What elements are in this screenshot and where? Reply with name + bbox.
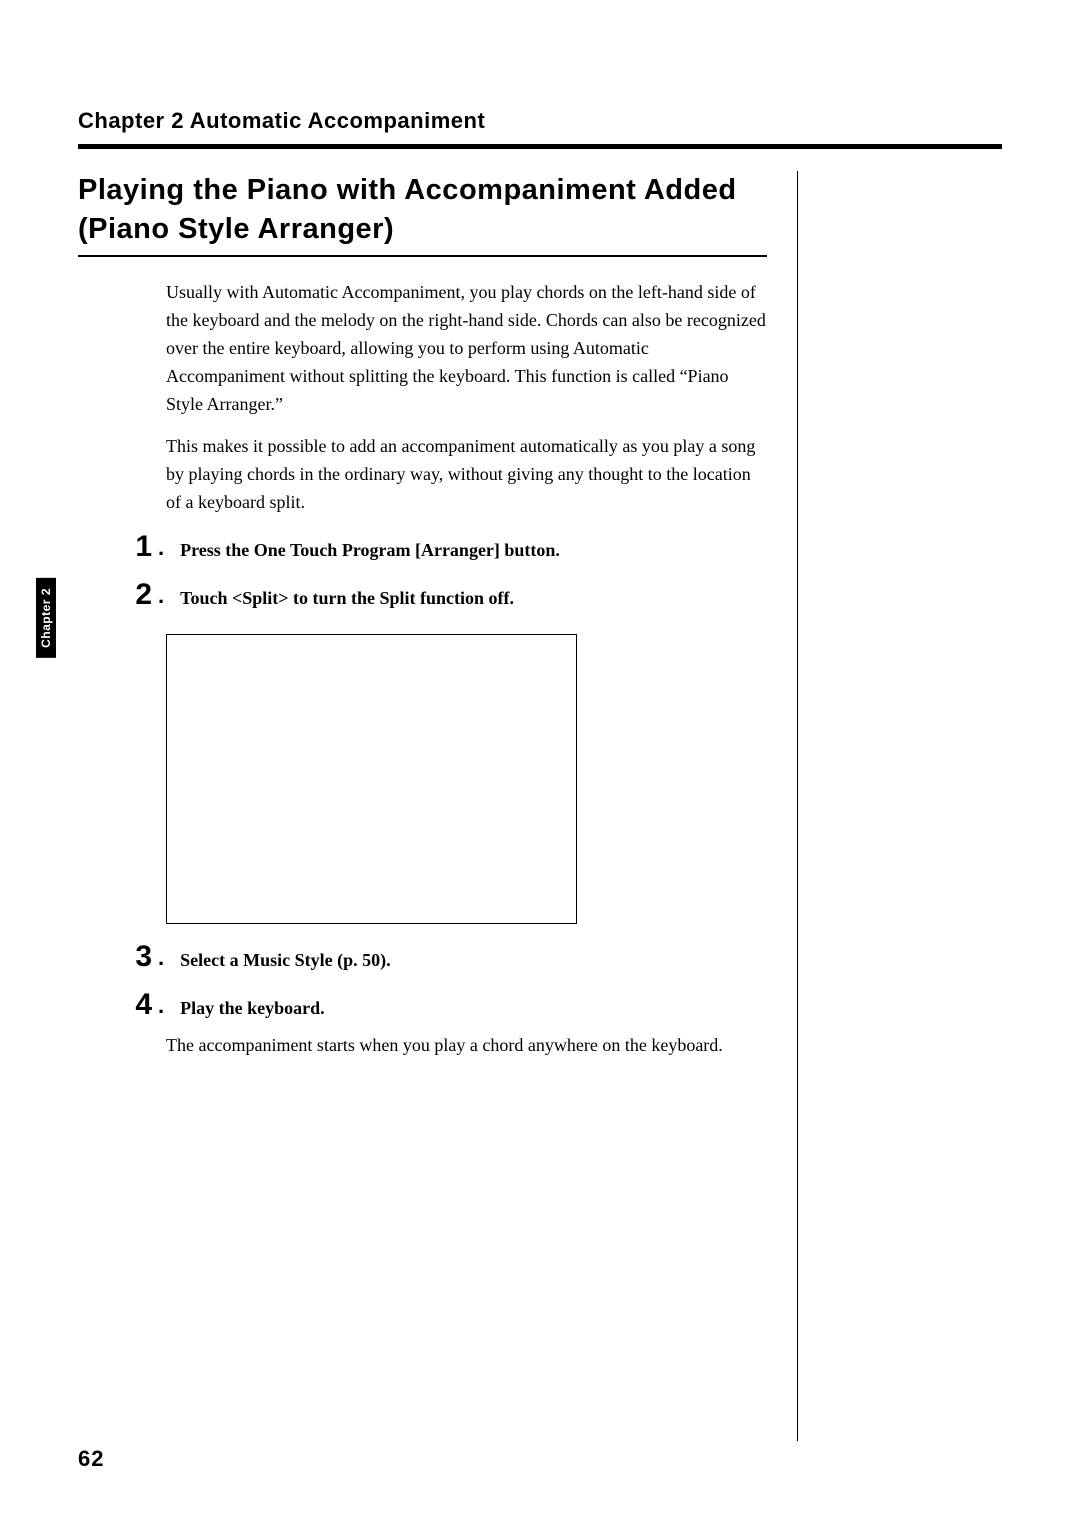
closing-paragraph: The accompaniment starts when you play a… <box>166 1032 767 1060</box>
step-dot: . <box>158 945 164 974</box>
step-dot: . <box>158 993 164 1022</box>
step-number: 2 <box>122 578 152 612</box>
step-3: 3 . Select a Music Style (p. 50). <box>78 940 767 974</box>
chapter-tab: Chapter 2 <box>36 578 56 658</box>
step-number: 1 <box>122 530 152 564</box>
header-rule <box>78 144 1002 149</box>
page: Chapter 2 Automatic Accompaniment Playin… <box>0 0 1080 1528</box>
intro-paragraph-1: Usually with Automatic Accompaniment, yo… <box>166 279 767 418</box>
step-dot: . <box>158 535 164 564</box>
step-2: 2 . Touch <Split> to turn the Split func… <box>78 578 767 612</box>
screenshot-placeholder <box>166 634 577 924</box>
step-1: 1 . Press the One Touch Program [Arrange… <box>78 530 767 564</box>
step-text: Touch <Split> to turn the Split function… <box>180 588 514 612</box>
step-number: 3 <box>122 940 152 974</box>
step-dot: . <box>158 583 164 612</box>
after-step-4: The accompaniment starts when you play a… <box>166 1032 767 1060</box>
step-number: 4 <box>122 988 152 1022</box>
step-text: Select a Music Style (p. 50). <box>180 950 390 974</box>
intro-block: Usually with Automatic Accompaniment, yo… <box>166 279 767 516</box>
step-text: Press the One Touch Program [Arranger] b… <box>180 540 560 564</box>
intro-paragraph-2: This makes it possible to add an accompa… <box>166 433 767 517</box>
step-4: 4 . Play the keyboard. <box>78 988 767 1022</box>
section-rule <box>78 255 767 257</box>
page-number: 62 <box>78 1446 104 1472</box>
step-text: Play the keyboard. <box>180 998 325 1022</box>
main-column: Playing the Piano with Accompaniment Add… <box>78 171 798 1441</box>
running-header: Chapter 2 Automatic Accompaniment <box>78 108 1002 134</box>
section-title: Playing the Piano with Accompaniment Add… <box>78 171 767 249</box>
